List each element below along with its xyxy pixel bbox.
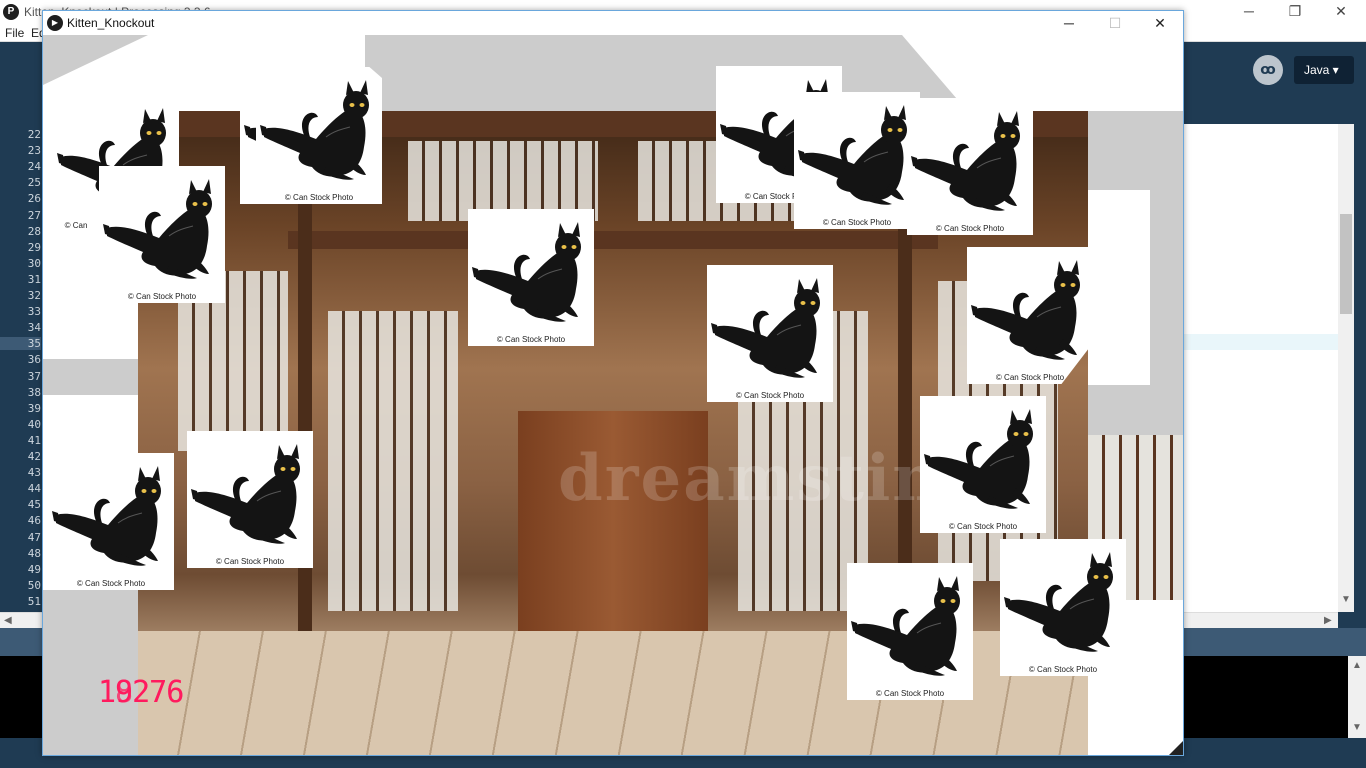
line-number: 49 <box>27 562 41 576</box>
kitten-sprite[interactable]: © Can Stock Photo <box>967 247 1093 384</box>
photo-credit: © Can Stock Photo <box>735 391 805 400</box>
line-number: 29 <box>27 240 41 254</box>
kitten-sprite[interactable]: © Can Stock Photo <box>847 563 973 700</box>
sketch-close-button[interactable]: ✕ <box>1137 11 1183 35</box>
kitten-sprite[interactable]: © Can Stock Photo <box>1000 539 1126 676</box>
editor-scroll-thumb[interactable] <box>1340 214 1352 314</box>
mode-select[interactable]: Java ▾ <box>1294 56 1354 84</box>
ide-minimize-button[interactable]: ─ <box>1226 0 1272 22</box>
line-number: 47 <box>27 530 41 544</box>
ide-restore-button[interactable]: ❐ <box>1272 0 1318 22</box>
scroll-right-arrow-icon[interactable]: ▶ <box>1324 615 1332 626</box>
score-previous: 18276 <box>98 675 184 710</box>
photo-credit: © Can Stock Photo <box>127 292 197 301</box>
photo-credit: © Can Stock Photo <box>935 224 1005 233</box>
kitten-sprite[interactable]: © Can Stock Photo <box>48 453 174 590</box>
kitten-sprite[interactable]: © Can Stock Photo <box>707 265 833 402</box>
photo-credit: © Can Stock Photo <box>1028 665 1098 674</box>
erased-area <box>1088 190 1150 385</box>
line-number: 38 <box>27 385 41 399</box>
score-counter: 18276 19276 <box>98 675 184 710</box>
line-number-gutter: 22 23 24 25 26 27 28 29 30 31 32 33 34 35 36 37 38 39 40 41… <box>0 124 43 612</box>
kitten-sprite[interactable]: © Can Stock Photo <box>187 431 313 568</box>
photo-credit: © Can Stock Photo <box>875 689 945 698</box>
window-resize-grip[interactable] <box>1169 741 1183 755</box>
sketch-window: ▶ Kitten_Knockout ─ ☐ ✕ dreamstime © Can… <box>42 10 1184 756</box>
line-number: 26 <box>27 192 41 206</box>
erased-area <box>43 395 138 425</box>
sketch-play-icon: ▶ <box>47 15 63 31</box>
line-number: 46 <box>27 514 41 528</box>
console-scroll-down-icon[interactable]: ▼ <box>1352 722 1362 733</box>
line-number: 51 <box>27 594 41 608</box>
line-number: 40 <box>27 417 41 431</box>
scroll-left-arrow-icon[interactable]: ◀ <box>4 615 12 626</box>
code-editor[interactable] <box>1183 124 1338 612</box>
line-number: 28 <box>27 224 41 238</box>
processing-mode-icon[interactable]: ꝏ <box>1253 55 1283 85</box>
line-number: 35 <box>0 337 41 351</box>
line-number: 34 <box>27 321 41 335</box>
kitten-sprite[interactable]: © Can Stock Photo <box>920 396 1046 533</box>
trail-area <box>365 35 737 111</box>
line-number: 43 <box>27 466 41 480</box>
photo-credit: © Can Stock Photo <box>822 218 892 227</box>
ide-close-button[interactable]: ✕ <box>1318 0 1364 22</box>
current-line-highlight <box>1183 334 1338 350</box>
line-number: 48 <box>27 546 41 560</box>
photo-credit: © Can Stock Photo <box>496 335 566 344</box>
photo-credit: © Can Stock Photo <box>215 557 285 566</box>
scroll-down-arrow-icon[interactable]: ▼ <box>1341 594 1351 605</box>
line-number: 36 <box>27 353 41 367</box>
line-number: 42 <box>27 450 41 463</box>
line-number: 31 <box>27 272 41 286</box>
line-number: 23 <box>27 144 41 158</box>
menu-file[interactable]: File <box>5 26 24 40</box>
console-scroll-up-icon[interactable]: ▲ <box>1352 660 1362 671</box>
line-number: 22 <box>27 128 41 141</box>
line-number: 32 <box>27 289 41 302</box>
trail-area <box>43 359 138 395</box>
editor-vertical-scrollbar[interactable]: ▼ <box>1338 124 1354 612</box>
kitten-sprite[interactable]: © Can Stock Photo <box>794 92 920 229</box>
line-number: 27 <box>27 208 41 222</box>
line-number: 25 <box>27 176 41 190</box>
kitten-sprite[interactable]: © Can Stock Photo <box>468 209 594 346</box>
processing-logo-icon: P <box>3 4 19 20</box>
game-canvas[interactable]: dreamstime © Can © Can Stock Photo © Can… <box>43 35 1183 755</box>
kitten-sprite[interactable]: © Can Stock Photo <box>907 98 1033 235</box>
kitten-sprite[interactable]: © Can Stock Photo <box>99 166 225 303</box>
line-number: 39 <box>27 401 41 415</box>
line-number: 41 <box>27 433 41 447</box>
line-number: 30 <box>27 256 41 270</box>
line-number: 33 <box>27 305 41 319</box>
sketch-minimize-button[interactable]: ─ <box>1046 11 1092 35</box>
trail-area <box>43 35 148 85</box>
trail-area <box>43 590 138 755</box>
photo-credit: © Can Stock Photo <box>948 522 1018 531</box>
line-number: 24 <box>27 160 41 174</box>
console-scrollbar[interactable]: ▲ ▼ <box>1348 656 1366 738</box>
line-number: 50 <box>27 578 41 592</box>
line-number: 44 <box>27 482 41 496</box>
line-number: 37 <box>27 369 41 383</box>
sketch-title-bar[interactable]: ▶ Kitten_Knockout ─ ☐ ✕ <box>43 11 1183 35</box>
line-number: 45 <box>27 498 41 512</box>
sketch-window-title: Kitten_Knockout <box>67 16 155 30</box>
kitten-sprite[interactable]: © Can Stock Photo <box>256 67 382 204</box>
photo-credit: © Can Stock Photo <box>284 193 354 202</box>
sketch-maximize-button[interactable]: ☐ <box>1092 11 1138 35</box>
photo-credit: © Can Stock Photo <box>76 579 146 588</box>
